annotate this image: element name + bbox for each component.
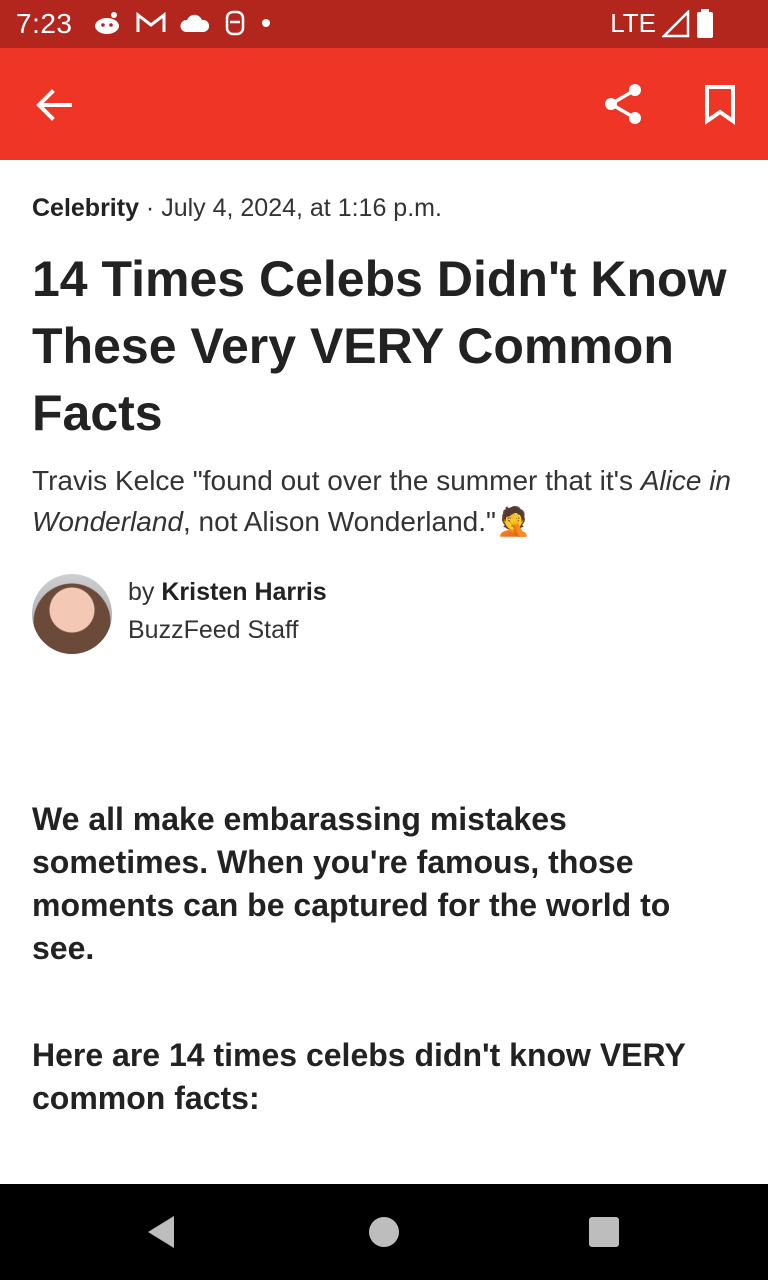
article-headline: 14 Times Celebs Didn't Know These Very V… [32,251,727,441]
nav-home-button[interactable] [360,1208,408,1256]
byline: by Kristen Harris BuzzFeed Staff [32,574,736,656]
author-line: by Kristen Harris [128,578,327,607]
nav-bar [0,1184,768,1280]
article-meta: Celebrity · July 4, 2024, at 1:16 p.m. [32,194,442,223]
share-button[interactable] [600,80,648,128]
battery-icon [697,8,713,38]
subhead-text-2: , not Alison Wonderland." [182,506,496,537]
dot-icon [262,19,270,27]
bookmark-icon [705,85,735,125]
byline-prefix: by [128,578,162,606]
network-label: LTE [610,8,656,38]
triangle-back-icon [148,1216,174,1248]
status-time: 7:23 [16,8,73,39]
signal-icon [662,9,690,37]
gmail-icon [136,12,166,32]
author-avatar[interactable] [32,574,112,654]
cloud-icon [180,14,210,32]
subhead-text-1: Travis Kelce "found out over the summer … [32,465,641,496]
app-bar [0,48,768,160]
facepalm-emoji: 🤦 [495,506,531,537]
article-lead-2: Here are 14 times celebs didn't know VER… [32,1037,686,1116]
publish-date: · July 4, 2024, at 1:16 p.m. [138,194,442,222]
circle-home-icon [369,1217,399,1247]
bookmark-button[interactable] [696,80,744,128]
reddit-icon [95,12,119,34]
category-link[interactable]: Celebrity [32,194,139,222]
square-recents-icon [589,1217,619,1247]
share-icon [605,84,641,124]
arrow-back-icon [36,89,72,121]
article-lead: We all make embarassing mistakes sometim… [32,801,671,966]
nav-back-button[interactable] [140,1208,188,1256]
article-subhead: Travis Kelce "found out over the summer … [32,460,732,542]
status-right: LTE [610,8,714,39]
status-bar: 7:23 LTE [0,0,768,48]
author-role: BuzzFeed Staff [128,616,299,644]
notification-icons [92,10,272,36]
app-icon [225,10,245,36]
back-button[interactable] [30,81,78,129]
author-name[interactable]: Kristen Harris [161,578,326,606]
nav-recents-button[interactable] [580,1208,628,1256]
